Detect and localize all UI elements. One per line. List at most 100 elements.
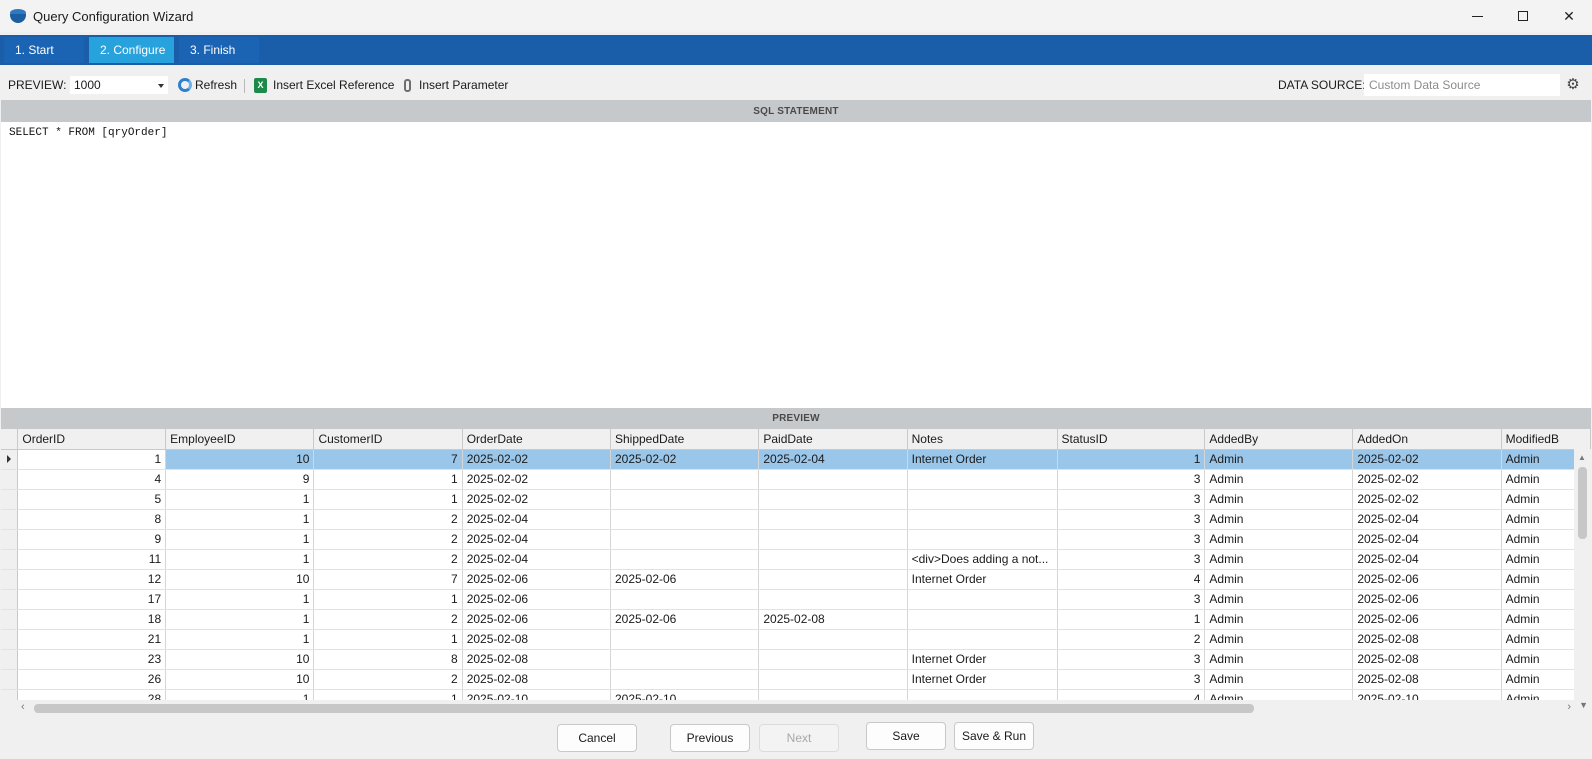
- table-cell[interactable]: 1: [1057, 449, 1206, 470]
- table-row[interactable]: 26 10 2 2025-02-08 Internet Order 3 Admin 2025-…: [1, 669, 1591, 690]
- column-header[interactable]: ShippedDate: [610, 429, 760, 450]
- maximize-button[interactable]: [1500, 0, 1546, 32]
- table-cell[interactable]: [610, 549, 760, 570]
- table-row[interactable]: 17 1 1 2025-02-06 3 Admin 2025-02-06 Admin: [1, 589, 1591, 610]
- table-cell[interactable]: 2025-02-08: [1352, 649, 1502, 670]
- table-row[interactable]: 5 1 1 2025-02-02 3 Admin 2025-02-02 Admin: [1, 489, 1591, 510]
- table-cell[interactable]: 1: [313, 469, 463, 490]
- vertical-scroll-thumb[interactable]: [1578, 467, 1587, 539]
- table-cell[interactable]: Admin: [1204, 449, 1354, 470]
- table-cell[interactable]: 1: [313, 629, 463, 650]
- tab-finish[interactable]: 3. Finish: [179, 37, 259, 63]
- table-cell[interactable]: 12: [17, 569, 167, 590]
- table-cell[interactable]: 1: [165, 509, 315, 530]
- table-cell[interactable]: 2025-02-08: [1352, 669, 1502, 690]
- row-indicator[interactable]: [1, 449, 19, 470]
- row-indicator[interactable]: [1, 629, 19, 650]
- table-cell[interactable]: 23: [17, 649, 167, 670]
- column-header[interactable]: Notes: [907, 429, 1058, 450]
- column-header[interactable]: CustomerID: [313, 429, 463, 450]
- next-button[interactable]: Next: [759, 724, 839, 752]
- table-row[interactable]: 4 9 1 2025-02-02 3 Admin 2025-02-02 Admin: [1, 469, 1591, 490]
- table-row[interactable]: 18 1 2 2025-02-06 2025-02-06 2025-02-08 1 Admin…: [1, 609, 1591, 630]
- table-cell[interactable]: 1: [165, 609, 315, 630]
- table-cell[interactable]: 2025-02-08: [462, 669, 611, 690]
- table-cell[interactable]: 2025-02-10: [610, 689, 760, 700]
- table-cell[interactable]: [758, 529, 908, 550]
- sql-editor[interactable]: SELECT * FROM [qryOrder]: [1, 122, 1591, 408]
- table-cell[interactable]: 1: [165, 529, 315, 550]
- table-cell[interactable]: 2025-02-10: [1352, 689, 1502, 700]
- table-cell[interactable]: 2025-02-06: [462, 609, 611, 630]
- table-cell[interactable]: Admin: [1204, 689, 1354, 700]
- table-cell[interactable]: Admin: [1204, 589, 1354, 610]
- table-cell[interactable]: 2: [313, 549, 463, 570]
- refresh-button[interactable]: Refresh: [178, 70, 237, 100]
- row-indicator[interactable]: [1, 649, 19, 670]
- preview-count-select[interactable]: 1000: [69, 75, 169, 95]
- table-cell[interactable]: 2025-02-04: [1352, 529, 1502, 550]
- table-cell[interactable]: 9: [17, 529, 167, 550]
- table-cell[interactable]: Admin: [1204, 629, 1354, 650]
- table-row[interactable]: 21 1 1 2025-02-08 2 Admin 2025-02-08 Admin: [1, 629, 1591, 650]
- table-cell[interactable]: 5: [17, 489, 167, 510]
- table-cell[interactable]: 8: [313, 649, 463, 670]
- table-cell[interactable]: [610, 529, 760, 550]
- table-cell[interactable]: 21: [17, 629, 167, 650]
- column-header[interactable]: OrderDate: [462, 429, 611, 450]
- table-cell[interactable]: 26: [17, 669, 167, 690]
- table-cell[interactable]: 2: [313, 529, 463, 550]
- data-source-input[interactable]: [1364, 74, 1560, 96]
- table-cell[interactable]: 2025-02-06: [610, 569, 760, 590]
- table-cell[interactable]: [907, 629, 1058, 650]
- table-cell[interactable]: 3: [1057, 509, 1206, 530]
- table-cell[interactable]: [758, 469, 908, 490]
- table-cell[interactable]: Admin: [1204, 489, 1354, 510]
- column-header[interactable]: StatusID: [1057, 429, 1206, 450]
- tab-configure[interactable]: 2. Configure: [89, 37, 174, 63]
- table-cell[interactable]: 2025-02-04: [1352, 509, 1502, 530]
- table-cell[interactable]: Admin: [1204, 469, 1354, 490]
- table-row[interactable]: 12 10 7 2025-02-06 2025-02-06 Internet Order 4…: [1, 569, 1591, 590]
- table-cell[interactable]: 2: [313, 509, 463, 530]
- table-cell[interactable]: [610, 649, 760, 670]
- scroll-down-icon[interactable]: ▼: [1579, 700, 1588, 710]
- table-row[interactable]: 1 10 7 2025-02-02 2025-02-02 2025-02-04 Intern…: [1, 449, 1591, 470]
- table-cell[interactable]: [610, 469, 760, 490]
- table-cell[interactable]: <div>Does adding a not...: [907, 549, 1058, 570]
- table-cell[interactable]: [907, 469, 1058, 490]
- table-cell[interactable]: 10: [165, 649, 315, 670]
- tab-start[interactable]: 1. Start: [4, 37, 84, 63]
- table-cell[interactable]: 1: [165, 629, 315, 650]
- table-cell[interactable]: [758, 689, 908, 700]
- table-cell[interactable]: 3: [1057, 529, 1206, 550]
- column-header[interactable]: ModifiedB: [1501, 429, 1591, 450]
- cancel-button[interactable]: Cancel: [557, 724, 637, 752]
- table-cell[interactable]: 1: [313, 589, 463, 610]
- save-button[interactable]: Save: [866, 722, 946, 750]
- table-cell[interactable]: 11: [17, 549, 167, 570]
- table-cell[interactable]: [907, 529, 1058, 550]
- table-cell[interactable]: 2025-02-02: [1352, 489, 1502, 510]
- close-button[interactable]: ✕: [1546, 0, 1592, 32]
- table-cell[interactable]: [758, 629, 908, 650]
- table-cell[interactable]: [907, 589, 1058, 610]
- table-cell[interactable]: 2025-02-08: [758, 609, 908, 630]
- table-cell[interactable]: 1: [165, 689, 315, 700]
- column-header[interactable]: AddedBy: [1204, 429, 1354, 450]
- table-cell[interactable]: 10: [165, 669, 315, 690]
- table-cell[interactable]: 1: [1057, 609, 1206, 630]
- gear-icon[interactable]: ⚙: [1566, 77, 1580, 92]
- row-indicator[interactable]: [1, 489, 19, 510]
- table-cell[interactable]: 1: [313, 489, 463, 510]
- horizontal-scroll-thumb[interactable]: [34, 704, 1254, 713]
- table-cell[interactable]: [907, 689, 1058, 700]
- table-cell[interactable]: Admin: [1204, 529, 1354, 550]
- horizontal-scrollbar[interactable]: ‹ ›: [1, 700, 1591, 717]
- table-cell[interactable]: [758, 669, 908, 690]
- table-cell[interactable]: 3: [1057, 589, 1206, 610]
- table-cell[interactable]: [758, 649, 908, 670]
- table-cell[interactable]: 1: [313, 689, 463, 700]
- table-cell[interactable]: [758, 589, 908, 610]
- table-cell[interactable]: 17: [17, 589, 167, 610]
